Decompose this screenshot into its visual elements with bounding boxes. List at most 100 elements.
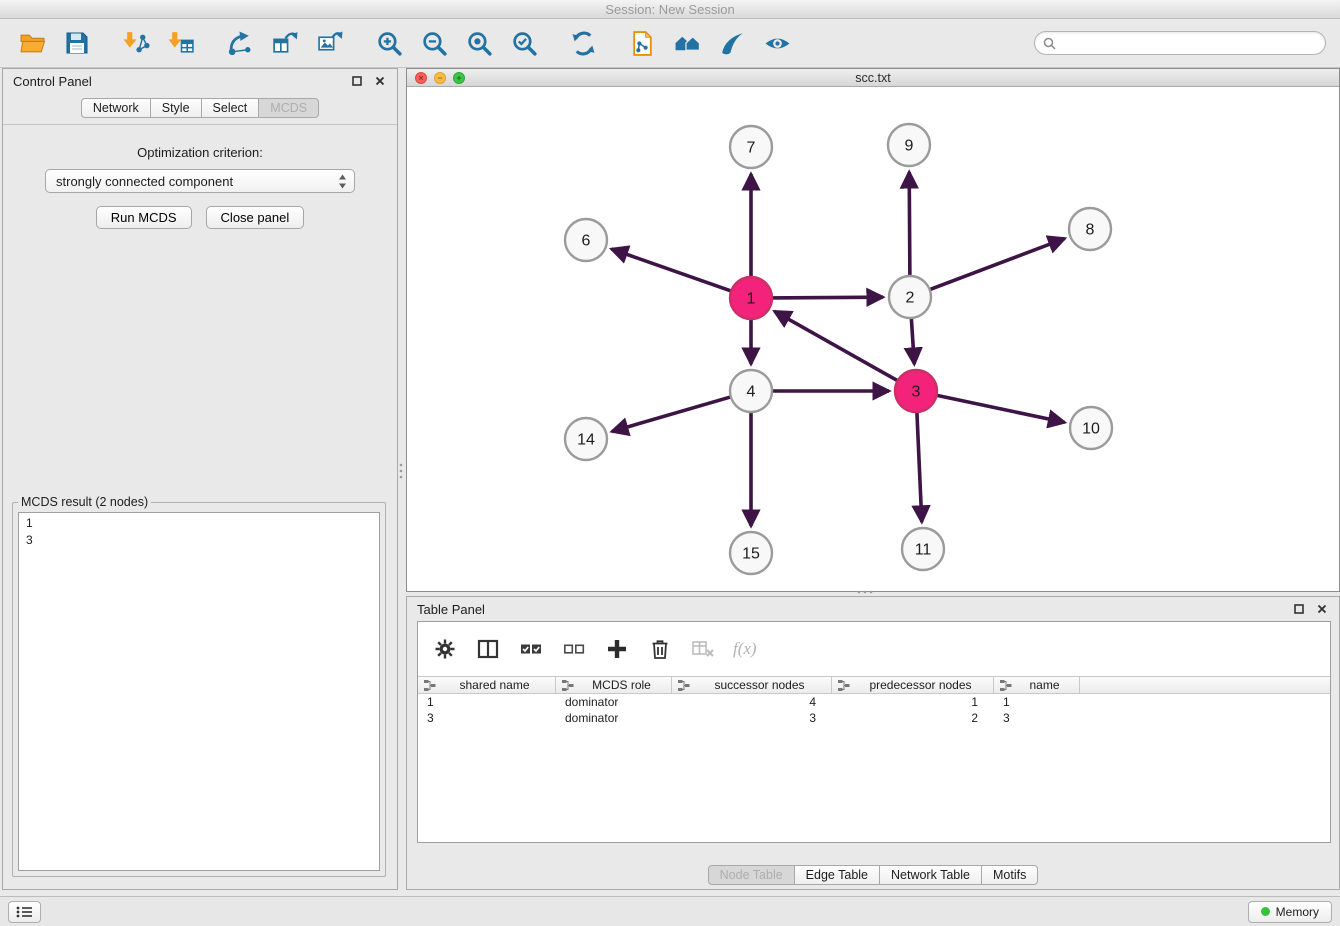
graph-node-14[interactable]: 14: [565, 418, 607, 460]
graph-node-10[interactable]: 10: [1070, 407, 1112, 449]
edge-3-10[interactable]: [935, 395, 1065, 423]
graph-node-15[interactable]: 15: [730, 532, 772, 574]
refresh-view-button[interactable]: [565, 25, 601, 61]
column-header-successor-nodes[interactable]: successor nodes: [672, 677, 832, 693]
maximize-window-button[interactable]: [453, 72, 465, 84]
edge-2-9[interactable]: [909, 172, 910, 278]
edge-1-6[interactable]: [612, 249, 734, 292]
tab-network-table[interactable]: Network Table: [879, 865, 982, 885]
plus-icon: [606, 638, 628, 660]
graph-node-4[interactable]: 4: [730, 370, 772, 412]
column-header-shared-name[interactable]: shared name: [418, 677, 556, 693]
overview-home-button[interactable]: [669, 25, 705, 61]
edge-2-3[interactable]: [911, 316, 914, 364]
svg-text:10: 10: [1082, 421, 1100, 438]
export-table-button[interactable]: [267, 25, 303, 61]
import-network-from-file-button[interactable]: [118, 25, 154, 61]
toolbar-group-view: [624, 25, 795, 61]
panel-splitter-vertical[interactable]: [397, 462, 405, 480]
edge-2-8[interactable]: [928, 239, 1065, 291]
close-mcds-panel-button[interactable]: Close panel: [206, 206, 305, 229]
paint-brush-icon: [719, 30, 746, 57]
table-settings-button[interactable]: [432, 636, 458, 662]
tab-network[interactable]: Network: [81, 98, 151, 118]
graph-node-2[interactable]: 2: [889, 276, 931, 318]
graph-node-7[interactable]: 7: [730, 126, 772, 168]
search-input[interactable]: [1061, 36, 1317, 50]
select-all-button[interactable]: [518, 636, 544, 662]
save-session-button[interactable]: [59, 25, 95, 61]
svg-text:6: 6: [582, 233, 591, 250]
apply-style-button[interactable]: [714, 25, 750, 61]
graph-node-8[interactable]: 8: [1069, 208, 1111, 250]
function-builder-icon[interactable]: f(x): [733, 639, 757, 659]
tab-mcds[interactable]: MCDS: [258, 98, 319, 118]
close-panel-button[interactable]: [373, 74, 387, 88]
close-table-panel-button[interactable]: [1315, 602, 1329, 616]
mcds-result-title: MCDS result (2 nodes): [18, 495, 151, 509]
column-header-name[interactable]: name: [994, 677, 1080, 693]
optimization-criterion-select[interactable]: strongly connected component: [45, 169, 355, 193]
add-row-button[interactable]: [604, 636, 630, 662]
cell-predecessor-nodes: 2: [832, 710, 994, 726]
cell-shared-name: 3: [418, 710, 556, 726]
delete-rows-button[interactable]: [647, 636, 673, 662]
network-file-button[interactable]: [624, 25, 660, 61]
minimize-window-button[interactable]: [434, 72, 446, 84]
open-session-button[interactable]: [14, 25, 50, 61]
graph-node-3[interactable]: 3: [895, 370, 937, 412]
cell-MCDS-role: dominator: [556, 694, 672, 710]
panel-splitter-horizontal[interactable]: [856, 588, 874, 596]
zoom-selected-icon: [511, 30, 538, 57]
zoom-fit-button[interactable]: [461, 25, 497, 61]
float-table-panel-button[interactable]: [1292, 602, 1306, 616]
network-canvas[interactable]: 7 9 6 8 1 2 4 3 14 10 15 11: [407, 87, 1339, 590]
float-panel-button[interactable]: [350, 74, 364, 88]
export-image-icon: [317, 30, 344, 57]
export-image-button[interactable]: [312, 25, 348, 61]
column-header-filler: [1080, 677, 1330, 693]
mcds-result-list[interactable]: 13: [18, 512, 380, 871]
toolbar-group-refresh: [565, 25, 601, 61]
panel-selector-button[interactable]: [8, 901, 41, 923]
tab-select[interactable]: Select: [201, 98, 260, 118]
column-tree-icon: [424, 680, 436, 691]
graph-node-1[interactable]: 1: [730, 277, 772, 319]
zoom-selected-button[interactable]: [506, 25, 542, 61]
column-tree-icon: [562, 680, 574, 691]
delete-table-button[interactable]: [690, 636, 716, 662]
edge-4-14[interactable]: [612, 396, 733, 431]
svg-text:3: 3: [912, 384, 921, 401]
cell-predecessor-nodes: 1: [832, 694, 994, 710]
control-panel-header: Control Panel: [3, 69, 397, 93]
table-row[interactable]: 1dominator411: [418, 694, 1330, 710]
close-window-button[interactable]: [415, 72, 427, 84]
zoom-in-button[interactable]: [371, 25, 407, 61]
network-view-window: scc.txt 7968124314101511: [406, 68, 1340, 592]
graph-node-11[interactable]: 11: [902, 528, 944, 570]
graph-node-6[interactable]: 6: [565, 219, 607, 261]
column-header-predecessor-nodes[interactable]: predecessor nodes: [832, 677, 994, 693]
tab-style[interactable]: Style: [150, 98, 202, 118]
search-box[interactable]: [1034, 31, 1326, 55]
import-network-icon: [123, 30, 150, 57]
graph-node-9[interactable]: 9: [888, 124, 930, 166]
show-columns-button[interactable]: [475, 636, 501, 662]
zoom-out-icon: [421, 30, 448, 57]
import-table-from-file-button[interactable]: [163, 25, 199, 61]
tab-edge-table[interactable]: Edge Table: [794, 865, 880, 885]
tab-node-table[interactable]: Node Table: [708, 865, 795, 885]
column-header-MCDS-role[interactable]: MCDS role: [556, 677, 672, 693]
edge-1-2[interactable]: [770, 297, 883, 298]
memory-button[interactable]: Memory: [1248, 901, 1332, 923]
deselect-all-button[interactable]: [561, 636, 587, 662]
export-network-button[interactable]: [222, 25, 258, 61]
edge-3-11[interactable]: [917, 410, 922, 522]
table-row[interactable]: 3dominator323: [418, 710, 1330, 726]
edge-3-1[interactable]: [775, 311, 900, 381]
zoom-out-button[interactable]: [416, 25, 452, 61]
refresh-icon: [570, 30, 597, 57]
tab-motifs[interactable]: Motifs: [981, 865, 1038, 885]
show-hide-details-button[interactable]: [759, 25, 795, 61]
run-mcds-button[interactable]: Run MCDS: [96, 206, 192, 229]
